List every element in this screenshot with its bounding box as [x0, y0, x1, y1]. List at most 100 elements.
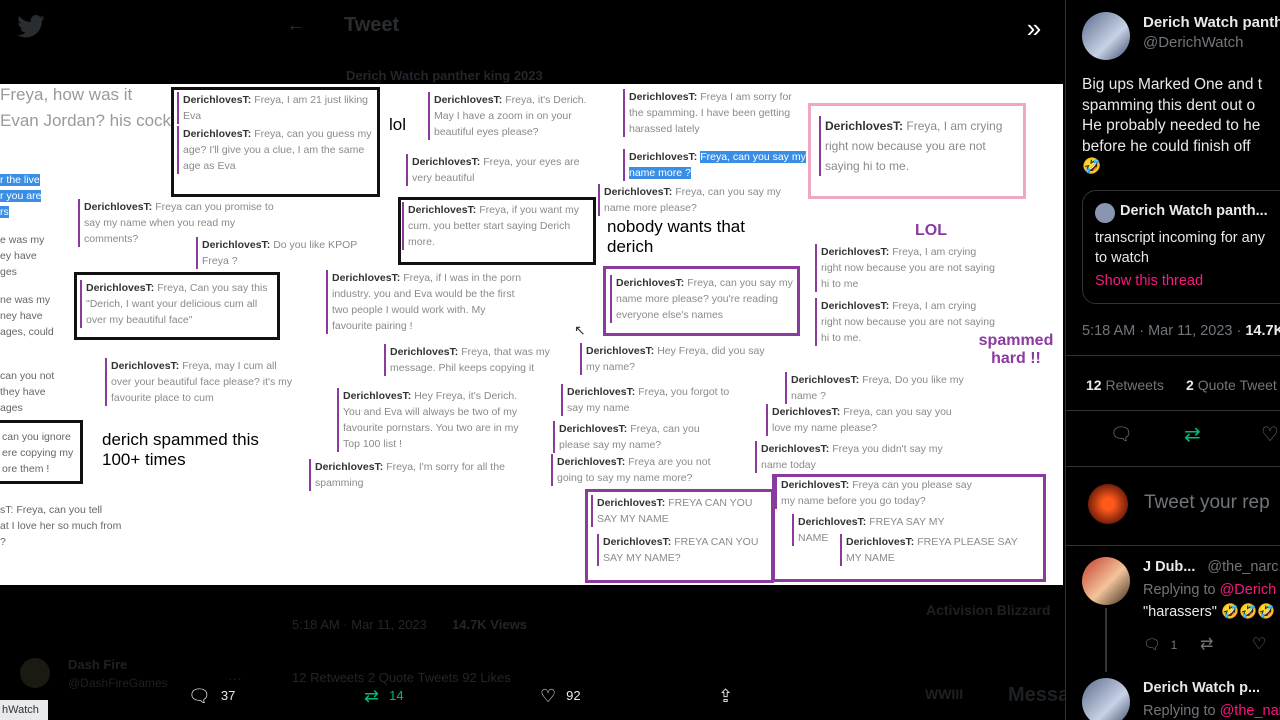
heart-icon[interactable]: ♡ — [1252, 634, 1266, 654]
background-dash-name: Dash Fire — [68, 657, 128, 672]
chat-message: DerichlovesT: Freya, if I was in the por… — [326, 270, 522, 334]
divider — [1066, 466, 1280, 467]
chat-message: DerichlovesT: FREYA PLEASE SAY MY NAME — [840, 534, 1036, 566]
chat-message: DerichlovesT: Freya, I am crying right n… — [819, 116, 1015, 176]
divider — [1066, 545, 1280, 546]
reply-author-avatar[interactable] — [1082, 557, 1130, 605]
chat-message: DerichlovesT: Hey Freya, it's Derich. Yo… — [337, 388, 523, 452]
like-count: 92 — [566, 688, 581, 703]
background-activision: Activision Blizzard — [926, 602, 1051, 618]
quote-author-avatar — [1095, 203, 1115, 223]
chat-message: DerichlovesT: Freya can you please say m… — [775, 477, 973, 509]
more-dots-icon: ··· — [228, 670, 242, 686]
fragment-text: rs — [0, 206, 9, 218]
chat-message: DerichlovesT: Freya, I am crying right n… — [815, 244, 996, 292]
chat-message: DerichlovesT: Freya, can you please say … — [553, 421, 724, 453]
quote-body: transcript incoming for any to watch — [1095, 228, 1265, 268]
annotation-spammed-hard: spammed hard !! — [978, 332, 1054, 367]
fragment-text: e was my — [0, 234, 45, 246]
fragment-text: Freya, how was it — [0, 85, 133, 104]
tweet-line: spamming this dent out o — [1082, 96, 1256, 114]
tweet-body: Big ups Marked One and t spamming this d… — [1082, 75, 1262, 178]
reply-action[interactable]: 🗨 37 — [188, 686, 235, 707]
quote-line: to watch — [1095, 250, 1149, 266]
quoted-tweet-card[interactable]: Derich Watch panth... transcript incomin… — [1082, 190, 1280, 304]
fragment-text: r the live — [0, 174, 40, 186]
fragment-text: Evan Jordan? his cock — [0, 111, 172, 130]
quote-author-name: Derich Watch panth... — [1120, 203, 1268, 219]
current-user-avatar — [1088, 484, 1128, 524]
reply-icon[interactable]: 🗨 — [1110, 424, 1133, 445]
background-dash-avatar — [20, 658, 50, 688]
background-stats: 12 Retweets 2 Quote Tweets 92 Likes — [292, 670, 511, 685]
fragment-text: sT: Freya, can you tell — [0, 504, 103, 516]
author-avatar[interactable] — [1082, 12, 1130, 60]
fragment-text: ney have — [0, 310, 43, 322]
reply-reply-action[interactable]: 🗨 1 — [1143, 636, 1177, 653]
reply-icon: 🗨 — [188, 686, 211, 706]
reply2-author-avatar[interactable] — [1082, 678, 1130, 720]
background-wwiii: WWIII — [925, 686, 964, 702]
annotation-spammed-100: derich spammed this 100+ times — [102, 430, 259, 469]
chat-message: DerichlovesT: Freya, if you want my cum.… — [402, 202, 590, 250]
like-action[interactable]: ♡ 92 — [540, 686, 581, 707]
chat-message: DerichlovesT: Freya, it's Derich. May I … — [428, 92, 604, 140]
retweet-icon[interactable]: ⇄ — [1184, 422, 1201, 447]
heart-icon[interactable]: ♡ — [1261, 422, 1279, 447]
quote-tweets-stat[interactable]: 2 Quote Tweet — [1186, 377, 1277, 393]
chat-message: DerichlovesT: Freya, you forgot to say m… — [561, 384, 747, 416]
author-name[interactable]: Derich Watch panth — [1143, 14, 1280, 31]
reply-author-line[interactable]: J Dub... @the_narc. — [1143, 559, 1280, 575]
chat-message: DerichlovesT: Freya, can you guess my ag… — [177, 126, 373, 174]
chat-message: DerichlovesT: Freya, can you say my name… — [598, 184, 784, 216]
chat-message: DerichlovesT: Hey Freya, did you say my … — [580, 343, 766, 375]
tweet-timestamp: 5:18 AM · Mar 11, 2023 · 14.7K — [1082, 323, 1280, 339]
reply-input[interactable]: Tweet your rep — [1144, 492, 1270, 514]
reply-count: 37 — [220, 688, 236, 703]
fragment-text: ore them ! — [2, 463, 50, 475]
fragment-text: ges — [0, 266, 17, 278]
retweet-action[interactable]: ⇄ 14 — [364, 686, 404, 707]
fragment-text: they have — [0, 386, 46, 398]
divider — [1066, 355, 1280, 356]
author-handle[interactable]: @DerichWatch — [1143, 34, 1244, 51]
tweet-line: Big ups Marked One and t — [1082, 76, 1263, 93]
fragment-text: can you not — [0, 370, 55, 382]
chat-message: DerichlovesT: Freya, Can you say this "D… — [80, 280, 272, 328]
annotation-lol: lol — [389, 115, 407, 134]
chat-message: DerichlovesT: Do you like KPOP Freya ? — [196, 237, 382, 269]
retweets-stat[interactable]: 12 Retweets — [1086, 377, 1164, 393]
chat-message: DerichlovesT: Freya, can you say my name… — [623, 149, 809, 181]
retweet-icon[interactable]: ⇄ — [1200, 634, 1213, 654]
chat-message: DerichlovesT: Freya, I'm sorry for all t… — [309, 459, 515, 491]
replying-to: Replying to @Derich — [1143, 582, 1277, 598]
status-url-chip: hWatch — [0, 700, 48, 720]
back-arrow-icon[interactable]: ← — [286, 14, 306, 37]
tweet-image[interactable]: Freya, how was it Evan Jordan? his cock … — [0, 84, 1063, 585]
quote-line: transcript incoming for any — [1095, 230, 1266, 246]
reply2-author-name[interactable]: Derich Watch p... — [1143, 680, 1260, 696]
chat-message: DerichlovesT: Freya, your eyes are very … — [406, 154, 592, 186]
fragment-text: ages — [0, 402, 23, 414]
fragment-text: ne was my — [0, 294, 51, 306]
annotation-nobody: nobody wants that derich — [607, 217, 745, 256]
share-action[interactable]: ⇪ — [718, 686, 743, 707]
background-author: Derich Watch panther king 2023 — [346, 68, 543, 83]
chat-message: DerichlovesT: Freya, Do you like my name… — [785, 372, 981, 404]
show-thread-link[interactable]: Show this thread — [1095, 273, 1203, 289]
chat-message: DerichlovesT: Freya, may I cum all over … — [105, 358, 296, 406]
share-icon: ⇪ — [718, 686, 734, 706]
mouse-cursor-icon: ↖ — [574, 322, 586, 338]
expand-chevrons-icon[interactable]: » — [1018, 14, 1050, 42]
views-count: 14.7K — [1245, 323, 1280, 339]
heart-icon: ♡ — [540, 686, 557, 706]
tweet-line: before he could finish off — [1082, 137, 1251, 155]
fragment-text: can you ignore — [2, 431, 71, 443]
fragment-text: ere copying my — [2, 447, 74, 459]
replying-to: Replying to @the_nar — [1143, 703, 1280, 719]
background-date: 5:18 AM · Mar 11, 2023 — [292, 617, 427, 632]
twitter-bird-icon — [17, 15, 45, 38]
right-thread-panel: Derich Watch panth @DerichWatch Big ups … — [1065, 0, 1280, 720]
chat-message: DerichlovesT: Freya, can you say you lov… — [766, 404, 957, 436]
retweet-count: 14 — [389, 688, 404, 703]
